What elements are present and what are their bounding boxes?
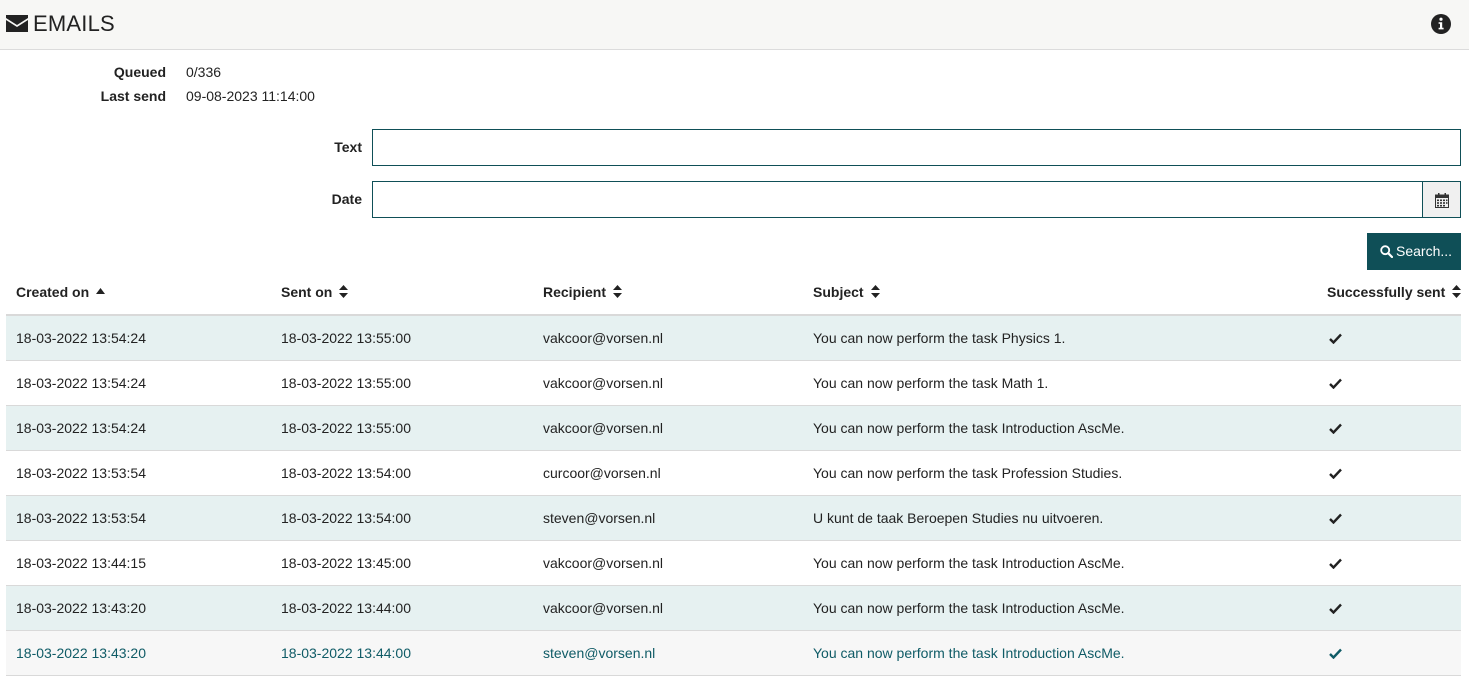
column-header-subject[interactable]: Subject	[813, 284, 880, 300]
column-header-successfully-sent[interactable]: Successfully sent	[1327, 284, 1462, 300]
search-icon	[1380, 245, 1393, 258]
table-row[interactable]: 18-03-2022 13:43:20 18-03-2022 13:44:00 …	[6, 586, 1461, 631]
cell-recipient: steven@vorsen.nl	[543, 645, 656, 661]
column-header-label: Successfully sent	[1327, 284, 1446, 300]
queued-label: Queued	[113, 64, 166, 80]
envelope-icon	[6, 15, 28, 32]
cell-created-on: 18-03-2022 13:44:15	[16, 555, 146, 571]
sort-icon	[339, 285, 349, 298]
column-header-recipient[interactable]: Recipient	[543, 284, 623, 300]
column-header-label: Sent on	[281, 284, 333, 300]
cell-recipient: steven@vorsen.nl	[543, 510, 656, 526]
table-row[interactable]: 18-03-2022 13:43:20 18-03-2022 13:44:00 …	[6, 631, 1461, 676]
calendar-icon	[1435, 193, 1449, 208]
page-title: EMAILS	[33, 11, 115, 36]
column-header-label: Recipient	[543, 284, 607, 300]
table-row[interactable]: 18-03-2022 13:53:54 18-03-2022 13:54:00 …	[6, 451, 1461, 496]
cell-sent-on: 18-03-2022 13:55:00	[281, 420, 411, 436]
cell-subject: U kunt de taak Beroepen Studies nu uitvo…	[813, 510, 1104, 526]
cell-recipient: vakcoor@vorsen.nl	[543, 600, 664, 616]
cell-sent-on: 18-03-2022 13:54:00	[281, 465, 411, 481]
last-send-label: Last send	[100, 88, 166, 104]
queued-value: 0/336	[186, 64, 222, 80]
table-row[interactable]: 18-03-2022 13:54:24 18-03-2022 13:55:00 …	[6, 361, 1461, 406]
cell-created-on: 18-03-2022 13:53:54	[16, 465, 146, 481]
cell-sent-on: 18-03-2022 13:44:00	[281, 645, 411, 661]
cell-created-on: 18-03-2022 13:43:20	[16, 645, 146, 661]
column-header-label: Created on	[16, 284, 90, 300]
sort-icon	[1452, 285, 1462, 298]
cell-sent-on: 18-03-2022 13:54:00	[281, 510, 411, 526]
table-row[interactable]: 18-03-2022 13:54:24 18-03-2022 13:55:00 …	[6, 316, 1461, 361]
sort-icon	[870, 285, 880, 298]
cell-recipient: curcoor@vorsen.nl	[543, 465, 661, 481]
cell-recipient: vakcoor@vorsen.nl	[543, 330, 664, 346]
calendar-button[interactable]	[1422, 181, 1461, 218]
table-row[interactable]: 18-03-2022 13:44:15 18-03-2022 13:45:00 …	[6, 541, 1461, 586]
cell-subject: You can now perform the task Introductio…	[813, 600, 1125, 616]
last-send-value: 09-08-2023 11:14:00	[186, 88, 315, 104]
date-filter-input[interactable]	[372, 181, 1423, 218]
cell-recipient: vakcoor@vorsen.nl	[543, 555, 664, 571]
search-button[interactable]: Search...	[1367, 233, 1461, 270]
checkmark-icon	[1329, 423, 1342, 434]
checkmark-icon	[1329, 378, 1342, 389]
cell-subject: You can now perform the task Profession …	[813, 465, 1123, 481]
cell-created-on: 18-03-2022 13:54:24	[16, 330, 146, 346]
table-row[interactable]: 18-03-2022 13:54:24 18-03-2022 13:55:00 …	[6, 406, 1461, 451]
checkmark-icon	[1329, 333, 1342, 344]
cell-sent-on: 18-03-2022 13:45:00	[281, 555, 411, 571]
cell-subject: You can now perform the task Introductio…	[813, 555, 1125, 571]
text-filter-input[interactable]	[372, 129, 1461, 166]
cell-created-on: 18-03-2022 13:43:20	[16, 600, 146, 616]
text-filter-label: Text	[334, 139, 362, 155]
column-header-created-on[interactable]: Created on	[16, 284, 106, 300]
cell-sent-on: 18-03-2022 13:55:00	[281, 375, 411, 391]
checkmark-icon	[1329, 468, 1342, 479]
search-button-label: Search...	[1396, 243, 1453, 259]
cell-created-on: 18-03-2022 13:54:24	[16, 420, 146, 436]
cell-created-on: 18-03-2022 13:53:54	[16, 510, 146, 526]
sort-ascending-icon	[96, 288, 106, 294]
cell-sent-on: 18-03-2022 13:55:00	[281, 330, 411, 346]
sort-icon	[613, 285, 623, 298]
checkmark-icon	[1329, 603, 1342, 614]
date-filter-label: Date	[331, 191, 362, 207]
checkmark-icon	[1329, 513, 1342, 524]
cell-created-on: 18-03-2022 13:54:24	[16, 375, 146, 391]
column-header-label: Subject	[813, 284, 864, 300]
cell-subject: You can now perform the task Introductio…	[813, 645, 1125, 661]
info-circle-icon[interactable]	[1431, 14, 1451, 34]
cell-recipient: vakcoor@vorsen.nl	[543, 420, 664, 436]
page-header: EMAILS	[0, 0, 1469, 50]
checkmark-icon	[1329, 648, 1342, 659]
table-row[interactable]: 18-03-2022 13:53:54 18-03-2022 13:54:00 …	[6, 496, 1461, 541]
cell-subject: You can now perform the task Math 1.	[813, 375, 1049, 391]
cell-recipient: vakcoor@vorsen.nl	[543, 375, 664, 391]
table-header: Created on Sent on Recipient Subject Suc…	[6, 270, 1462, 316]
cell-subject: You can now perform the task Physics 1.	[813, 330, 1066, 346]
checkmark-icon	[1329, 558, 1342, 569]
cell-subject: You can now perform the task Introductio…	[813, 420, 1125, 436]
cell-sent-on: 18-03-2022 13:44:00	[281, 600, 411, 616]
column-header-sent-on[interactable]: Sent on	[281, 284, 349, 300]
